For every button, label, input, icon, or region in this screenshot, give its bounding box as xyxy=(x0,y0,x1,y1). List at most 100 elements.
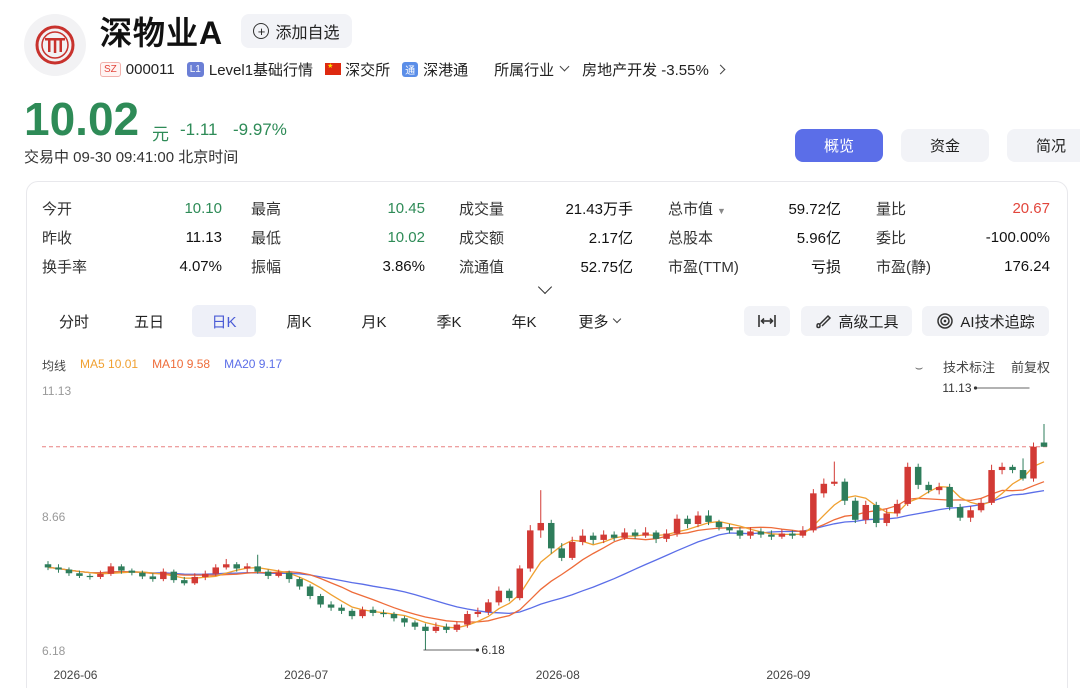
candle-body xyxy=(810,493,817,531)
candle-body xyxy=(726,527,733,531)
candle-body xyxy=(631,532,639,536)
candle-body xyxy=(464,614,471,625)
candle-body xyxy=(369,609,377,613)
candle-body xyxy=(925,484,932,491)
candle-body xyxy=(170,571,178,581)
candle-body xyxy=(852,500,859,520)
candle-body xyxy=(642,532,649,536)
candle-body xyxy=(527,530,534,569)
candle-body xyxy=(107,566,115,574)
candle-body xyxy=(956,507,964,518)
candle-body xyxy=(327,604,335,608)
candle-body xyxy=(893,503,901,514)
candle-body xyxy=(222,564,230,568)
candle-body xyxy=(1040,442,1048,447)
min-price-label: 6.18 xyxy=(481,643,505,657)
candle-body xyxy=(181,580,188,584)
candle-body xyxy=(747,531,754,536)
candle-body xyxy=(118,566,125,571)
candle-body xyxy=(338,607,345,611)
max-price-label: 11.13 xyxy=(942,381,971,395)
candle-body xyxy=(589,535,597,540)
candle-body xyxy=(768,534,775,537)
candle-body xyxy=(684,518,691,525)
candle-body xyxy=(1019,470,1027,479)
candle-body xyxy=(390,614,398,619)
candle-body xyxy=(160,571,167,580)
candle-body xyxy=(139,572,146,577)
candle-body xyxy=(935,486,943,491)
candle-body xyxy=(705,515,712,522)
candle-body xyxy=(128,570,136,573)
candle-body xyxy=(841,481,849,501)
candle-body xyxy=(474,611,482,615)
max-leader-dot xyxy=(973,386,978,390)
candle-body xyxy=(862,504,870,520)
candle-body xyxy=(495,590,503,603)
candle-body xyxy=(264,571,272,576)
candle-body xyxy=(831,481,838,484)
candle-body xyxy=(296,579,303,587)
candle-body xyxy=(212,567,219,574)
candle-body xyxy=(453,624,461,630)
candle-body xyxy=(558,548,565,558)
candle-body xyxy=(736,530,744,536)
candle-body xyxy=(44,564,52,568)
candle-body xyxy=(873,504,880,523)
candle-body xyxy=(432,626,440,631)
candle-body xyxy=(914,466,922,485)
candle-body xyxy=(485,602,492,612)
candle-body xyxy=(663,533,670,539)
candle-body xyxy=(317,596,324,605)
candle-body xyxy=(275,572,282,576)
candle-body xyxy=(579,535,586,543)
candle-body xyxy=(568,542,576,558)
candle-body xyxy=(547,522,555,549)
candle-body xyxy=(149,576,157,580)
candle-body xyxy=(422,626,429,631)
candle-body xyxy=(820,483,828,494)
candle-body xyxy=(401,618,408,623)
candle-body xyxy=(998,466,1006,471)
candle-body xyxy=(967,510,974,518)
candle-body xyxy=(243,566,251,569)
min-leader-dot xyxy=(475,648,480,652)
candle-body xyxy=(76,573,83,576)
candle-body xyxy=(652,532,660,539)
kline-chart[interactable]: 11.13 6.18 xyxy=(0,0,1080,688)
candle-body xyxy=(673,518,681,534)
candle-body xyxy=(55,567,62,570)
candle-body xyxy=(946,486,953,508)
candle-body xyxy=(348,610,356,617)
candle-body xyxy=(977,502,985,511)
candle-body xyxy=(694,515,702,525)
candle-body xyxy=(380,612,387,615)
candle-body xyxy=(778,533,786,537)
candle-body xyxy=(359,609,366,617)
candle-body xyxy=(97,573,104,577)
candle-body xyxy=(65,569,73,574)
candle-body xyxy=(883,513,890,523)
candle-body xyxy=(443,626,450,630)
candle-body xyxy=(904,466,911,504)
ma10-line xyxy=(47,481,1045,623)
candle-body xyxy=(789,533,796,536)
candle-body xyxy=(610,534,618,538)
candle-body xyxy=(516,568,524,599)
candle-body xyxy=(537,522,545,531)
candle-body xyxy=(621,532,628,538)
candle-body xyxy=(86,575,94,578)
candle-body xyxy=(715,521,723,528)
candle-body xyxy=(233,564,240,569)
candle-body xyxy=(757,531,765,535)
candle-body xyxy=(285,572,293,580)
candle-body xyxy=(1030,446,1037,479)
candle-body xyxy=(202,573,209,577)
candle-body xyxy=(799,530,807,536)
candle-body xyxy=(254,566,261,572)
candle-body xyxy=(988,470,995,503)
candle-body xyxy=(306,586,314,597)
candle-body xyxy=(600,534,607,540)
candle-body xyxy=(191,576,199,584)
candle-body xyxy=(1009,466,1016,471)
